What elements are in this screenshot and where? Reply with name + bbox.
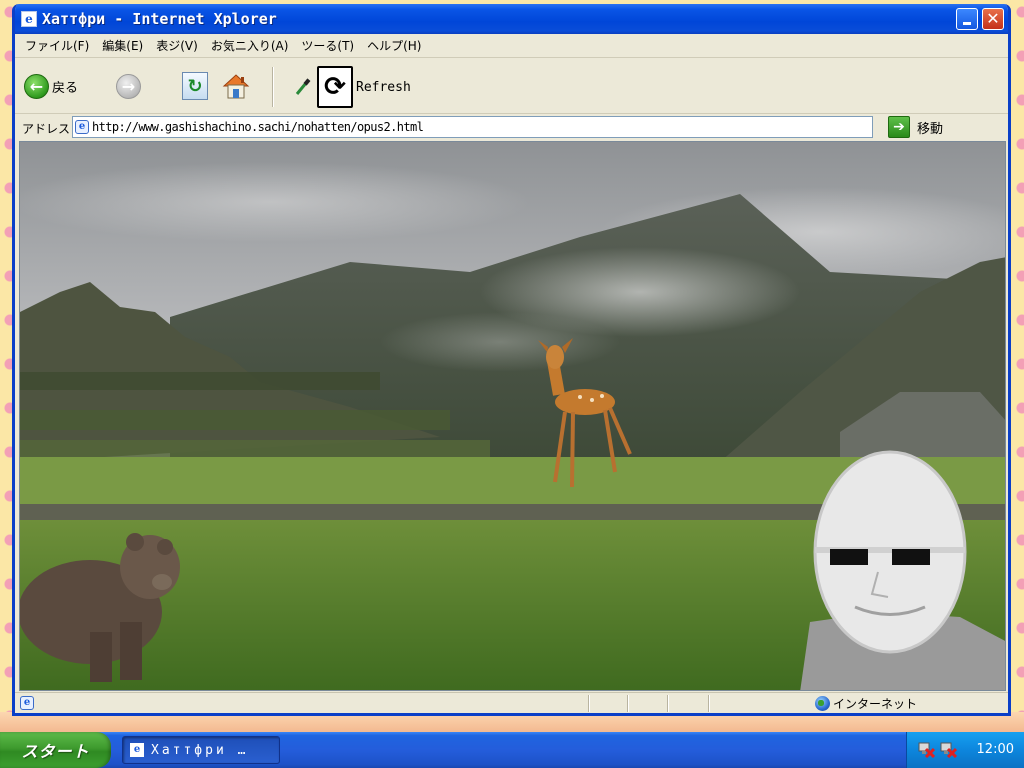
address-label: アドレス	[22, 122, 71, 136]
back-label: 戻る	[52, 81, 79, 96]
forward-button[interactable]: →	[116, 74, 141, 99]
status-divider	[708, 695, 710, 712]
menu-tools[interactable]: ツーる(T)	[301, 37, 354, 54]
go-arrow-icon: ➔	[888, 116, 910, 138]
globe-icon	[815, 696, 830, 711]
page-status-icon: e	[20, 696, 34, 710]
go-button[interactable]: ➔ 移動	[888, 116, 943, 138]
browser-window: e Хаттфри - Internet Xplorer ✕ ファイル(F) 編…	[12, 4, 1011, 716]
reload-page-button[interactable]: ↻	[182, 72, 208, 100]
start-label: スタート	[21, 742, 90, 761]
status-divider	[627, 695, 629, 712]
menu-favorites[interactable]: お気ニ入り(A)	[211, 37, 289, 54]
ie-taskbar-icon: e	[130, 743, 144, 757]
page-icon: e	[75, 120, 89, 134]
ie-status-icon: e	[20, 696, 34, 710]
taskbar-window-button[interactable]: e Хаттфри …	[122, 736, 280, 764]
security-zone: インターネット	[815, 695, 917, 712]
window-title: Хаттфри - Internet Xplorer	[42, 10, 277, 28]
title-bar[interactable]: e Хаттфри - Internet Xplorer ✕	[15, 4, 1008, 34]
address-bar: アドレス e http://www.gashishachino.sachi/no…	[15, 114, 1008, 140]
menu-file[interactable]: ファイル(F)	[25, 37, 89, 54]
home-button[interactable]	[221, 71, 251, 101]
go-label: 移動	[917, 121, 944, 137]
network-disconnected-icon[interactable]	[939, 740, 957, 758]
close-icon: ✕	[986, 9, 1000, 28]
status-divider	[667, 695, 669, 712]
toolbar: ← 戻る → ↻ ⟳ Refresh	[15, 59, 1008, 114]
minimize-button[interactable]	[956, 8, 978, 30]
taskbar: スタート e Хаттфри … 12:00	[0, 732, 1024, 768]
zone-label: インターネット	[833, 697, 918, 711]
menu-edit[interactable]: 編集(E)	[102, 37, 143, 54]
back-button[interactable]: ← 戻る	[24, 74, 78, 99]
reload-icon: ↻	[187, 75, 203, 97]
refresh-icon: ⟳	[324, 72, 346, 102]
taskbar-window-label: Хаттфри …	[151, 742, 249, 758]
menu-view[interactable]: 表ジ(V)	[156, 37, 198, 54]
refresh-button[interactable]: ⟳	[317, 66, 353, 108]
menu-help[interactable]: ヘルプ(H)	[367, 37, 421, 54]
forward-arrow-icon: →	[121, 77, 136, 96]
home-icon	[222, 74, 250, 99]
eyedropper-icon	[295, 78, 311, 95]
minimize-icon	[963, 21, 971, 25]
eyedropper-button[interactable]	[294, 77, 312, 97]
clock[interactable]: 12:00	[977, 742, 1014, 757]
landscape-scene-image	[20, 142, 1005, 690]
back-arrow-icon: ←	[24, 74, 49, 99]
refresh-label[interactable]: Refresh	[356, 80, 411, 95]
menu-bar: ファイル(F) 編集(E) 表ジ(V) お気ニ入り(A) ツーる(T) ヘルプ(…	[15, 34, 1008, 58]
system-tray: 12:00	[906, 732, 1024, 768]
start-button[interactable]: スタート	[0, 732, 111, 768]
address-input[interactable]: e http://www.gashishachino.sachi/nohatte…	[72, 116, 873, 138]
close-button[interactable]: ✕	[982, 8, 1004, 30]
ie-icon: e	[21, 11, 37, 27]
status-bar: e インターネット	[15, 692, 1008, 713]
address-url[interactable]: http://www.gashishachino.sachi/nohatten/…	[92, 120, 424, 134]
status-divider	[588, 695, 590, 712]
toolbar-separator	[272, 67, 274, 107]
network-disconnected-icon[interactable]	[917, 740, 935, 758]
page-content	[19, 141, 1006, 691]
